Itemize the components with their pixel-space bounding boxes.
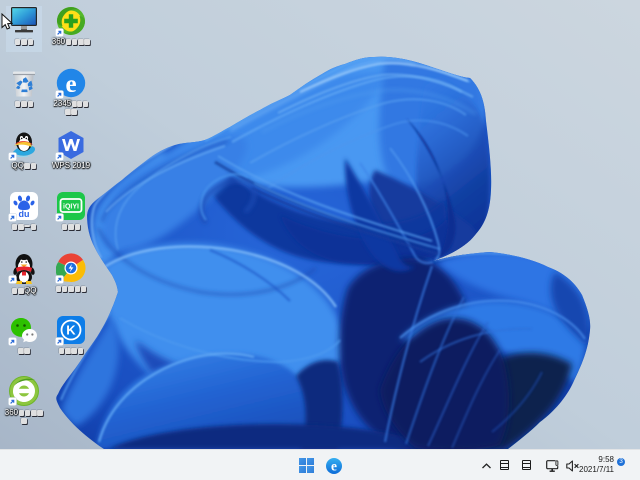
svg-text:e: e — [65, 71, 76, 98]
svg-text:iQIYI: iQIYI — [63, 204, 79, 211]
svg-text:du: du — [19, 209, 30, 219]
svg-text:K: K — [66, 323, 76, 338]
svg-text:e: e — [331, 459, 337, 474]
